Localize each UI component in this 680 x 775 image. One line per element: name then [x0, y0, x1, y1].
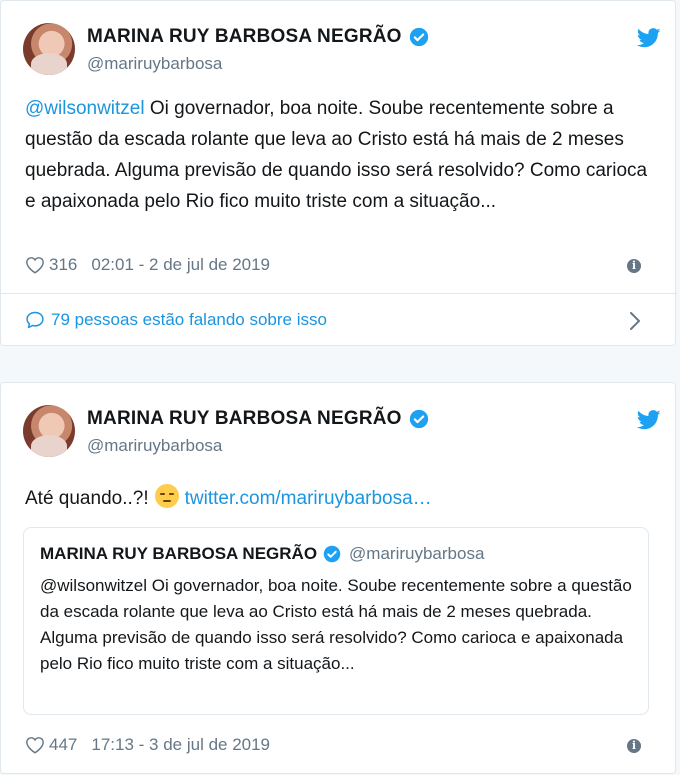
quoted-tweet[interactable]: MARINA RUY BARBOSA NEGRÃO @mariruybarbos… — [23, 527, 649, 715]
author-row: MARINA RUY BARBOSA NEGRÃO — [87, 408, 429, 430]
twitter-bird-icon[interactable] — [637, 410, 661, 430]
quoted-author-name: MARINA RUY BARBOSA NEGRÃO — [40, 544, 318, 563]
twitter-bird-icon[interactable] — [637, 28, 661, 48]
tweet-header: MARINA RUY BARBOSA NEGRÃO @mariruybarbos… — [23, 405, 663, 461]
tweet-header: MARINA RUY BARBOSA NEGRÃO @mariruybarbos… — [23, 23, 663, 79]
verified-badge-icon — [323, 545, 341, 563]
like-count[interactable]: 447 — [49, 735, 77, 755]
timestamp[interactable]: 02:01 - 2 de jul de 2019 — [91, 255, 270, 275]
author-handle[interactable]: @mariruybarbosa — [87, 54, 222, 74]
heart-icon[interactable] — [25, 736, 45, 754]
verified-badge-icon — [409, 409, 428, 429]
quoted-tweet-link[interactable]: twitter.com/mariruybarbosa… — [185, 488, 432, 509]
tweet-meta: 447 17:13 - 3 de jul de 2019 — [25, 735, 270, 755]
quoted-tweet-header: MARINA RUY BARBOSA NEGRÃO @mariruybarbos… — [40, 544, 484, 564]
quoted-author-handle: @mariruybarbosa — [349, 544, 485, 563]
author-name[interactable]: MARINA RUY BARBOSA NEGRÃO — [87, 408, 402, 430]
author-row: MARINA RUY BARBOSA NEGRÃO — [87, 26, 429, 48]
divider — [1, 293, 677, 294]
conversation-text: 79 pessoas estão falando sobre isso — [51, 310, 327, 329]
timestamp[interactable]: 17:13 - 3 de jul de 2019 — [91, 735, 270, 755]
tweet-card: MARINA RUY BARBOSA NEGRÃO @mariruybarbos… — [0, 0, 677, 346]
tweet-body: Até quando..?! — [25, 488, 149, 509]
verified-badge-icon — [409, 27, 428, 47]
avatar[interactable] — [23, 23, 75, 75]
speech-bubble-icon — [26, 311, 44, 329]
like-count[interactable]: 316 — [49, 255, 77, 275]
tweet-text: @wilsonwitzel Oi governador, boa noite. … — [25, 93, 655, 217]
info-icon[interactable]: i — [627, 739, 641, 753]
chevron-right-icon[interactable] — [629, 311, 641, 331]
author-name[interactable]: MARINA RUY BARBOSA NEGRÃO — [87, 26, 402, 48]
tweet-meta: 316 02:01 - 2 de jul de 2019 — [25, 255, 270, 275]
info-icon[interactable]: i — [627, 259, 641, 273]
pensive-face-emoji — [154, 484, 179, 508]
tweet-card: MARINA RUY BARBOSA NEGRÃO @mariruybarbos… — [0, 382, 676, 774]
heart-icon[interactable] — [25, 256, 45, 274]
avatar[interactable] — [23, 405, 75, 457]
mention-link[interactable]: @wilsonwitzel — [25, 98, 145, 119]
conversation-link[interactable]: 79 pessoas estão falando sobre isso — [25, 310, 327, 330]
author-handle[interactable]: @mariruybarbosa — [87, 436, 222, 456]
quoted-tweet-text: @wilsonwitzel Oi governador, boa noite. … — [40, 576, 632, 673]
tweet-text: Até quando..?! twitter.com/mariruybarbosa… — [25, 483, 655, 514]
